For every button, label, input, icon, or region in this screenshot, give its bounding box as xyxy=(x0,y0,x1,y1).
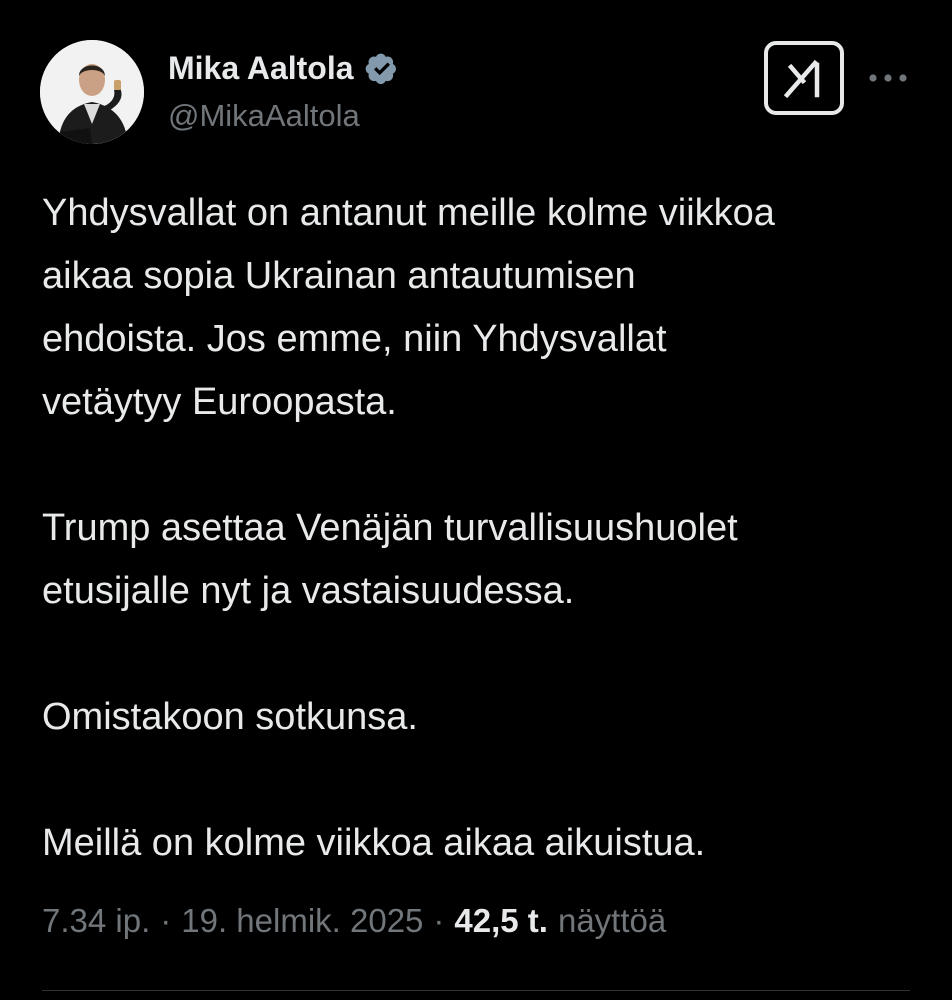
tweet-meta: 7.34 ip. · 19. helmik. 2025 · 42,5 t. nä… xyxy=(42,902,666,940)
author-handle[interactable]: @MikaAaltola xyxy=(168,98,360,134)
views-label: näyttöä xyxy=(557,902,667,939)
tweet-paragraph: Omistakoon sotkunsa. xyxy=(42,696,418,738)
tweet-paragraph: Trump asettaa Venäjän turvallisuushuolet… xyxy=(42,507,738,612)
divider xyxy=(42,990,910,991)
tweet-time[interactable]: 7.34 ip. xyxy=(42,902,150,940)
tweet-paragraph: Meillä on kolme viikkoa aikaa aikuistua. xyxy=(42,822,706,864)
more-options-icon xyxy=(869,74,907,82)
meta-separator: · xyxy=(433,902,445,939)
verified-badge-icon[interactable] xyxy=(362,48,402,88)
author-name[interactable]: Mika Aaltola xyxy=(168,50,354,87)
avatar[interactable] xyxy=(40,40,144,144)
more-options-button[interactable] xyxy=(866,58,910,98)
views-count[interactable]: 42,5 t. xyxy=(454,902,548,940)
grok-button[interactable] xyxy=(764,41,844,115)
author-name-row[interactable]: Mika Aaltola xyxy=(168,46,402,90)
tweet-paragraph: Yhdysvallat on antanut meille kolme viik… xyxy=(42,192,775,423)
meta-separator: · xyxy=(160,902,172,939)
tweet-text: Yhdysvallat on antanut meille kolme viik… xyxy=(42,182,922,875)
profile-photo xyxy=(40,40,144,144)
grok-icon xyxy=(783,59,820,99)
tweet-date[interactable]: 19. helmik. 2025 xyxy=(181,902,423,940)
tweet: Mika Aaltola @MikaAaltola Yhdysvallat on… xyxy=(0,0,952,1000)
